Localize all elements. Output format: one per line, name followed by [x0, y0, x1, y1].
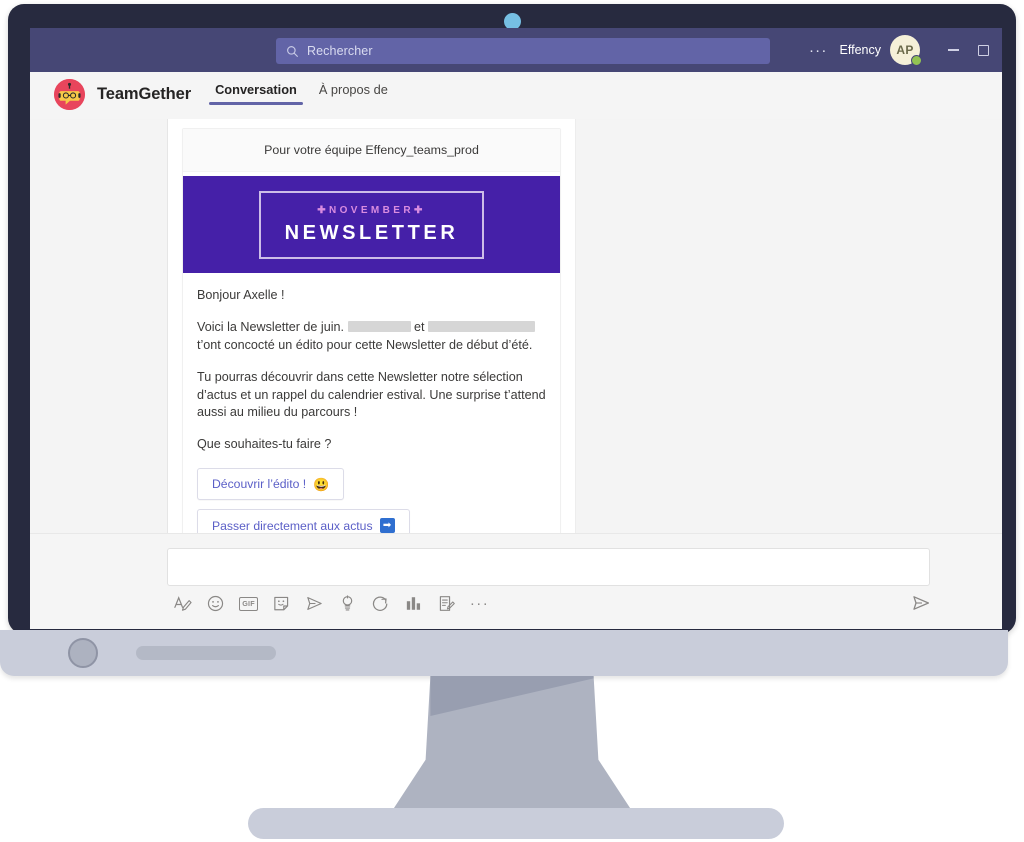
search-icon: [287, 45, 298, 57]
hero-month-label: ✚NOVEMBER✚: [317, 204, 426, 216]
search-placeholder-text: Rechercher: [307, 44, 373, 58]
screen: Rechercher ··· Effency AP TeamGether Con…: [30, 28, 1002, 629]
tab-conversation[interactable]: Conversation: [209, 82, 303, 108]
hero-title-label: NEWSLETTER: [284, 221, 459, 244]
teams-title-bar: Rechercher ··· Effency AP: [30, 28, 1002, 72]
minimize-icon: [947, 49, 959, 51]
presence-available-icon: [911, 55, 922, 66]
emoji-icon[interactable]: [206, 594, 225, 613]
minimize-button[interactable]: [938, 28, 968, 72]
loop-icon[interactable]: [371, 594, 390, 613]
more-options-dots: ···: [469, 595, 490, 612]
gif-label: GIF: [239, 596, 258, 611]
grinning-face-emoji: 😃: [313, 476, 330, 492]
skip-to-news-label: Passer directement aux actus: [212, 518, 373, 533]
newsletter-hero-banner: ✚NOVEMBER✚ NEWSLETTER: [183, 176, 560, 273]
hero-frame: ✚NOVEMBER✚ NEWSLETTER: [258, 190, 485, 259]
more-options-icon[interactable]: ···: [797, 43, 840, 58]
team-banner-text: Pour votre équipe Effency_teams_prod: [183, 129, 560, 172]
sticker-icon[interactable]: [272, 594, 291, 613]
discover-edito-label: Découvrir l’édito !: [212, 477, 307, 492]
account-name-label[interactable]: Effency: [840, 43, 881, 57]
search-input[interactable]: Rechercher: [276, 38, 770, 64]
maximize-button[interactable]: [968, 28, 998, 72]
praise-icon[interactable]: [338, 594, 357, 613]
paragraph-one-conjunction: et: [414, 319, 425, 334]
teamgether-robot-logo-icon: [54, 79, 85, 110]
message-card: Pour votre équipe Effency_teams_prod ✚NO…: [168, 119, 576, 534]
notes-icon[interactable]: [437, 594, 456, 613]
app-title: TeamGether: [97, 85, 192, 103]
monitor-brand-bar: [136, 646, 276, 660]
monitor-chin: [0, 630, 1008, 676]
newsletter-card: Pour votre équipe Effency_teams_prod ✚NO…: [182, 128, 561, 534]
paragraph-one: Voici la Newsletter de juin. et t’ont co…: [197, 319, 546, 355]
redacted-name-1: [347, 320, 411, 332]
send-file-icon[interactable]: [305, 594, 324, 613]
robot-glyph: [54, 79, 85, 110]
send-icon[interactable]: [910, 592, 932, 614]
gif-icon[interactable]: GIF: [239, 594, 258, 613]
question-text: Que souhaites-tu faire ?: [197, 437, 332, 452]
compose-toolbar: GIF ···: [173, 594, 489, 613]
more-options-icon[interactable]: ···: [470, 594, 489, 613]
tab-about[interactable]: À propos de: [313, 82, 394, 108]
monitor-stand-base: [248, 808, 784, 839]
format-text-icon[interactable]: [173, 594, 192, 613]
poll-icon[interactable]: [404, 594, 423, 613]
paragraph-one-part-1: Voici la Newsletter de juin.: [197, 319, 344, 334]
redacted-name-2: [428, 320, 536, 332]
conversation-left-gutter: [30, 119, 168, 534]
message-input[interactable]: [167, 548, 930, 586]
greeting-text: Bonjour Axelle !: [197, 288, 285, 302]
right-arrow-emoji: ➡: [379, 518, 395, 534]
maximize-icon: [977, 44, 989, 56]
compose-area: GIF ···: [30, 533, 1002, 629]
conversation-area: Pour votre équipe Effency_teams_prod ✚NO…: [30, 119, 1002, 534]
monitor-frame: Rechercher ··· Effency AP TeamGether Con…: [8, 4, 1016, 634]
app-header-bar: TeamGether Conversation À propos de: [30, 72, 1002, 119]
paragraph-one-part-2: t’ont concocté un édito pour cette Newsl…: [197, 337, 533, 352]
action-buttons: Découvrir l’édito ! 😃 Passer directement…: [197, 468, 546, 534]
paragraph-two: Tu pourras découvrir dans cette Newslett…: [197, 369, 546, 420]
title-bar-right-controls: ··· Effency AP: [797, 28, 1002, 72]
app-identity: TeamGether Conversation À propos de: [54, 79, 404, 119]
skip-to-news-button[interactable]: Passer directement aux actus ➡: [197, 509, 410, 534]
message-body: Bonjour Axelle ! Voici la Newsletter de …: [183, 273, 560, 534]
avatar[interactable]: AP: [890, 35, 922, 66]
discover-edito-button[interactable]: Découvrir l’édito ! 😃: [197, 468, 345, 501]
monitor-power-button[interactable]: [68, 638, 98, 668]
